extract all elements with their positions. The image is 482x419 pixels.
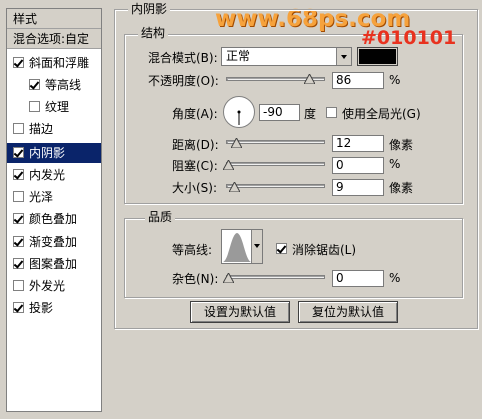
chevron-down-icon[interactable] [336, 48, 351, 65]
choke-label: 阻塞(C): [172, 159, 218, 173]
style-item-bevel[interactable]: 斜面和浮雕 [7, 53, 101, 73]
swatch-fill [359, 49, 396, 64]
stroke-checkbox[interactable] [13, 123, 24, 134]
satin-checkbox[interactable] [13, 191, 24, 202]
texture-checkbox[interactable] [29, 101, 40, 112]
opacity-input[interactable]: 86 [332, 72, 384, 89]
gradient-overlay-checkbox[interactable] [13, 236, 24, 247]
styles-list: 样式 混合选项:自定 斜面和浮雕 等高线 纹理 描边 内阴影 内发光 光泽 颜色… [6, 8, 102, 412]
contour-curve-icon [223, 233, 251, 262]
style-item-stroke[interactable]: 描边 [7, 119, 101, 139]
drop-shadow-checkbox[interactable] [13, 302, 24, 313]
style-item-label: 渐变叠加 [29, 235, 78, 249]
style-item-outer-glow[interactable]: 外发光 [7, 276, 101, 296]
contour-label: 等高线: [172, 243, 213, 257]
style-item-color-overlay[interactable]: 颜色叠加 [7, 209, 101, 229]
global-light-label: 使用全局光(G) [342, 107, 421, 121]
style-item-contour[interactable]: 等高线 [7, 75, 101, 95]
blend-mode-label: 混合模式(B): [148, 51, 218, 65]
opacity-slider-thumb[interactable] [304, 74, 315, 84]
choke-unit: % [389, 157, 401, 171]
noise-input[interactable]: 0 [332, 270, 384, 287]
size-input[interactable]: 9 [332, 179, 384, 196]
style-item-inner-shadow[interactable]: 内阴影 [7, 143, 101, 163]
blend-mode-value: 正常 [226, 49, 251, 63]
distance-slider-thumb[interactable] [231, 138, 242, 148]
structure-title: 结构 [138, 26, 169, 40]
choke-input[interactable]: 0 [332, 157, 384, 174]
set-default-button[interactable]: 设置为默认值 [190, 301, 290, 323]
choke-slider-track[interactable] [226, 162, 325, 166]
inner-glow-checkbox[interactable] [13, 169, 24, 180]
antialias-checkbox[interactable] [276, 243, 287, 254]
pattern-overlay-checkbox[interactable] [13, 258, 24, 269]
distance-input[interactable]: 12 [332, 135, 384, 152]
style-item-label: 光泽 [29, 190, 54, 204]
outer-glow-checkbox[interactable] [13, 280, 24, 291]
style-item-label: 描边 [29, 122, 54, 136]
angle-unit: 度 [304, 107, 317, 121]
opacity-unit: % [389, 73, 401, 87]
contour-picker[interactable] [221, 229, 263, 264]
quality-title: 品质 [145, 210, 176, 224]
angle-dial[interactable] [222, 95, 256, 129]
style-item-label: 投影 [29, 301, 54, 315]
noise-unit: % [389, 271, 401, 285]
blend-mode-select[interactable]: 正常 [221, 47, 352, 66]
contour-dropdown-arrow[interactable] [251, 230, 262, 263]
blend-options-item[interactable]: 混合选项:自定 [7, 29, 101, 49]
noise-slider-thumb[interactable] [223, 273, 234, 283]
inner-shadow-checkbox[interactable] [13, 147, 24, 158]
noise-slider-track[interactable] [226, 275, 325, 279]
bevel-checkbox[interactable] [13, 57, 24, 68]
style-item-label: 纹理 [45, 100, 70, 114]
style-item-gradient-overlay[interactable]: 渐变叠加 [7, 232, 101, 252]
style-item-label: 内阴影 [29, 146, 66, 160]
style-item-label: 等高线 [45, 78, 82, 92]
size-label: 大小(S): [172, 181, 218, 195]
style-item-label: 颜色叠加 [29, 212, 78, 226]
distance-label: 距离(D): [172, 138, 219, 152]
style-item-satin[interactable]: 光泽 [7, 187, 101, 207]
opacity-label: 不透明度(O): [148, 74, 219, 88]
shadow-color-swatch[interactable] [357, 47, 398, 66]
style-item-label: 图案叠加 [29, 257, 78, 271]
style-item-drop-shadow[interactable]: 投影 [7, 298, 101, 318]
noise-label: 杂色(N): [172, 272, 219, 286]
style-item-label: 外发光 [29, 279, 66, 293]
color-overlay-checkbox[interactable] [13, 213, 24, 224]
inner-shadow-title: 内阴影 [128, 2, 171, 16]
style-item-inner-glow[interactable]: 内发光 [7, 165, 101, 185]
angle-label: 角度(A): [172, 107, 218, 121]
contour-checkbox[interactable] [29, 79, 40, 90]
size-slider-thumb[interactable] [229, 182, 240, 192]
style-item-label: 斜面和浮雕 [29, 56, 90, 70]
antialias-label: 消除锯齿(L) [292, 243, 357, 257]
styles-header[interactable]: 样式 [7, 9, 101, 29]
color-code-annotation: #010101 [361, 27, 457, 49]
choke-slider-thumb[interactable] [223, 160, 234, 170]
size-slider-track[interactable] [226, 184, 325, 188]
style-item-texture[interactable]: 纹理 [7, 97, 101, 117]
distance-unit: 像素 [389, 138, 414, 152]
global-light-checkbox[interactable] [326, 107, 337, 118]
chevron-down-icon [254, 244, 260, 248]
angle-input[interactable]: -90 [259, 104, 300, 121]
reset-default-button[interactable]: 复位为默认值 [298, 301, 398, 323]
style-item-label: 内发光 [29, 168, 66, 182]
size-unit: 像素 [389, 181, 414, 195]
style-item-pattern-overlay[interactable]: 图案叠加 [7, 254, 101, 274]
